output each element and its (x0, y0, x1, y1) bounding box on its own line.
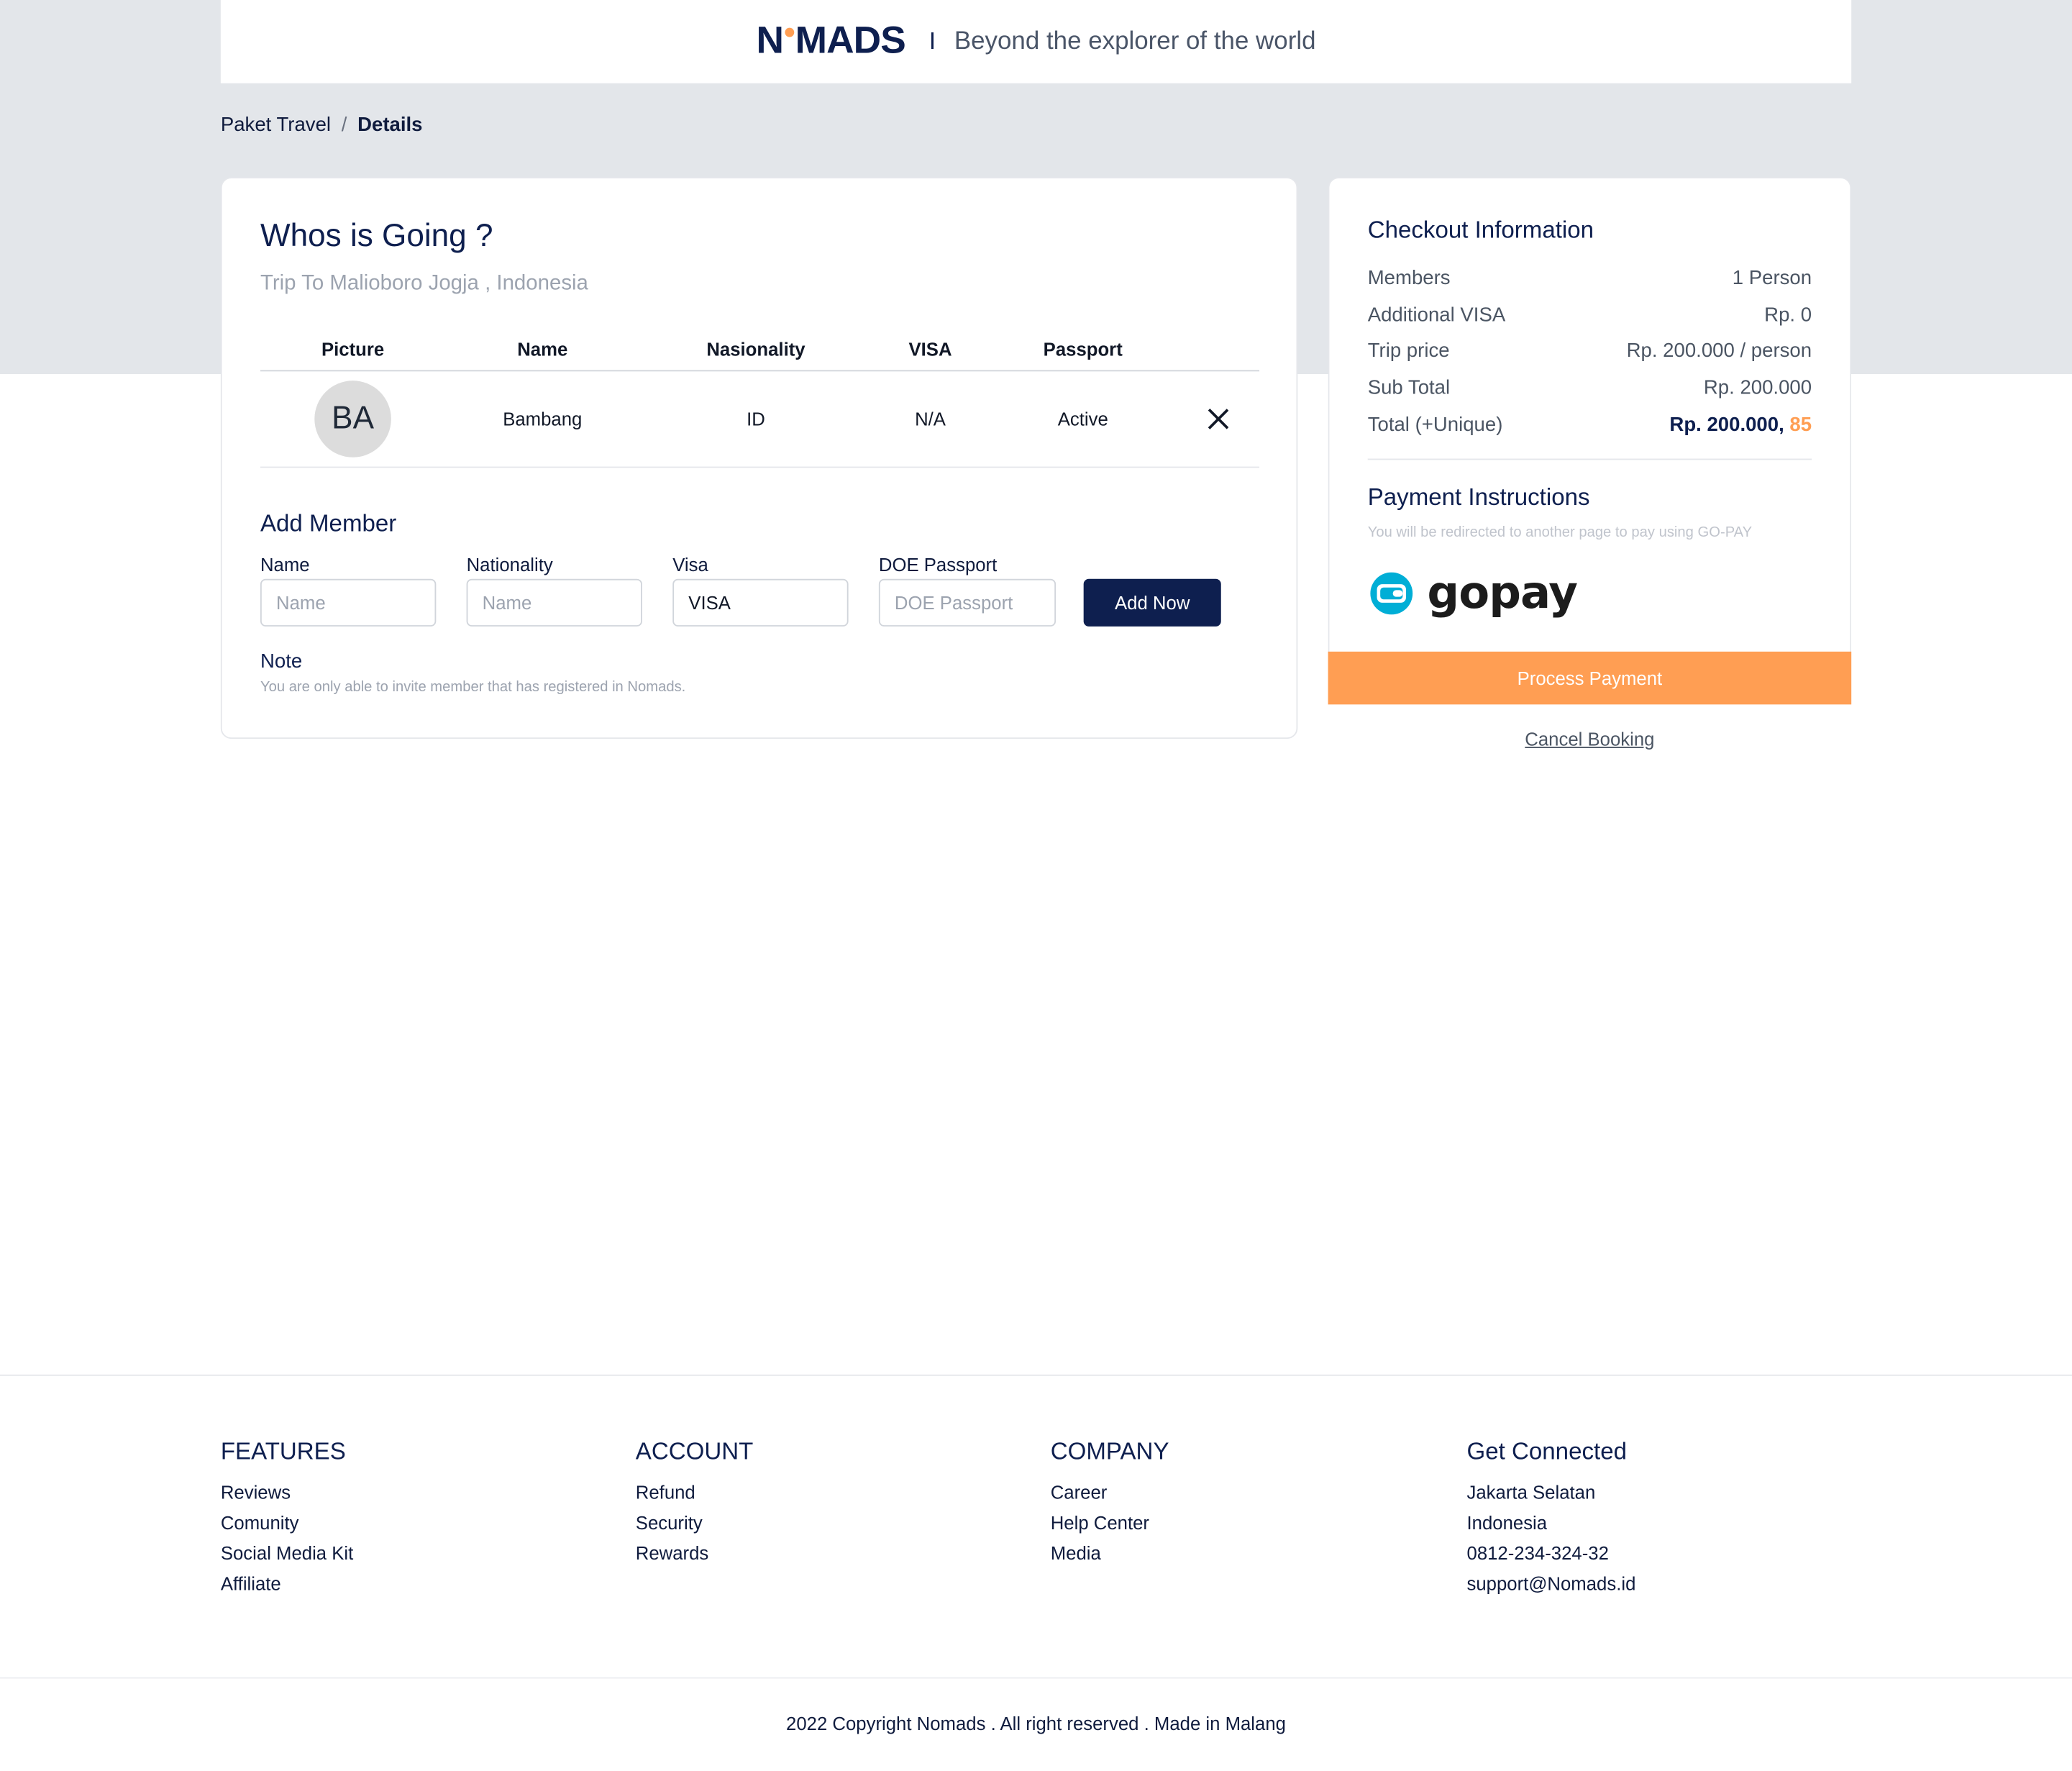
checkout-row-total: Total (+Unique) Rp. 200.000, 85 (1368, 406, 1812, 443)
breadcrumb: Paket Travel / Details (221, 114, 423, 136)
footer-heading: COMPANY (1050, 1438, 1169, 1465)
doe-passport-label: DOE Passport (878, 553, 998, 575)
footer-heading: ACCOUNT (635, 1438, 754, 1465)
trip-subtitle: Trip To Malioboro Jogja , Indonesia (260, 272, 588, 295)
add-now-button[interactable]: Add Now (1083, 578, 1221, 627)
copyright-text: 2022 Copyright Nomads . All right reserv… (786, 1713, 1286, 1734)
footer-column-features: FEATURES Reviews Comunity Social Media K… (221, 1438, 353, 1599)
column-picture: Picture (321, 338, 385, 360)
cell-actions (1177, 409, 1259, 429)
visa-label: Visa (672, 553, 708, 575)
checkout-label: Total (+Unique) (1367, 413, 1503, 436)
footer-link[interactable]: Career (1051, 1478, 1169, 1508)
footer-link[interactable]: Affiliate (221, 1569, 353, 1599)
note-title: Note (260, 650, 303, 673)
cell-picture: BA (260, 381, 445, 457)
footer-link[interactable]: Security (636, 1508, 754, 1538)
checkout-value: Rp. 0 (1764, 304, 1812, 327)
column-passport: Passport (1043, 338, 1123, 360)
note-text: You are only able to invite member that … (260, 679, 686, 696)
checkout-value: Rp. 200.000 (1703, 376, 1812, 400)
footer-link[interactable]: Refund (636, 1478, 754, 1508)
site-header: N MADS I Beyond the explorer of the world (220, 0, 1852, 83)
total-amount: Rp. 200.000, (1669, 413, 1784, 436)
footer-link[interactable]: Media (1051, 1539, 1169, 1569)
name-input[interactable]: Name (260, 578, 437, 627)
checkout-row-sub-total: Sub Total Rp. 200.000 (1368, 370, 1812, 406)
footer-link[interactable]: Reviews (221, 1478, 353, 1508)
column-visa: VISA (908, 338, 952, 360)
header-tagline: Beyond the explorer of the world (954, 27, 1316, 55)
nationality-label: Nationality (466, 553, 553, 575)
footer-column-get-connected: Get Connected Jakarta Selatan Indonesia … (1467, 1438, 1636, 1599)
checkout-row-members: Members 1 Person (1368, 260, 1812, 297)
doe-passport-input[interactable]: DOE Passport (878, 578, 1056, 627)
checkout-card: Checkout Information Members 1 Person Ad… (1328, 177, 1852, 705)
checkout-label: Sub Total (1367, 376, 1451, 400)
cell-passport: Active (1057, 408, 1108, 430)
wallet-icon (1370, 572, 1413, 615)
footer-link[interactable]: Help Center (1051, 1508, 1169, 1538)
footer-link[interactable]: Comunity (221, 1508, 353, 1538)
cell-nationality: ID (747, 408, 765, 430)
total-value: Rp. 200.000, 85 (1669, 414, 1812, 436)
header-separator: I (928, 27, 936, 55)
table-row: BA Bambang ID N/A Active (260, 371, 1260, 468)
footer-bottom-divider (0, 1677, 2072, 1679)
gopay-logo: gopay (1366, 567, 1578, 620)
cell-name: Bambang (503, 408, 583, 430)
footer-heading: Get Connected (1466, 1438, 1627, 1465)
footer-contact: Jakarta Selatan (1466, 1481, 1596, 1503)
breadcrumb-paket-travel[interactable]: Paket Travel (221, 114, 331, 136)
checkout-label: Additional VISA (1367, 304, 1506, 327)
avatar: BA (314, 381, 391, 457)
checkout-title: Checkout Information (1367, 217, 1594, 244)
footer-contact: Indonesia (1466, 1511, 1548, 1534)
footer-link[interactable]: Social Media Kit (221, 1539, 353, 1569)
nomads-logo[interactable]: N MADS (756, 19, 906, 64)
visa-select[interactable]: VISA (672, 578, 849, 627)
payment-instructions-title: Payment Instructions (1367, 483, 1590, 511)
checkout-value: 1 Person (1732, 267, 1812, 290)
checkout-label: Trip price (1367, 340, 1450, 363)
logo-text-right: MADS (795, 19, 906, 63)
payment-instructions-text: You will be redirected to another page t… (1367, 524, 1753, 541)
column-name: Name (517, 338, 568, 360)
cancel-booking-link[interactable]: Cancel Booking (1328, 728, 1852, 749)
footer-heading: FEATURES (220, 1438, 346, 1465)
breadcrumb-separator: / (341, 114, 347, 137)
checkout-rows: Members 1 Person Additional VISA Rp. 0 T… (1368, 260, 1812, 443)
footer-contact: 0812-234-324-32 (1466, 1542, 1609, 1564)
gopay-wordmark: gopay (1427, 567, 1578, 620)
footer-contact[interactable]: support@Nomads.id (1467, 1569, 1636, 1599)
logo-dot (784, 27, 794, 37)
footer-column-company: COMPANY Career Help Center Media (1051, 1438, 1169, 1569)
members-title: Whos is Going ? (260, 218, 493, 254)
footer-divider (0, 1374, 2072, 1376)
checkout-label: Members (1367, 267, 1451, 290)
nationality-input[interactable]: Name (466, 578, 642, 627)
unique-code: 85 (1789, 413, 1812, 436)
page: N MADS I Beyond the explorer of the world… (0, 0, 2072, 1771)
members-card: Whos is Going ? Trip To Malioboro Jogja … (220, 177, 1298, 739)
footer-link[interactable]: Rewards (636, 1539, 754, 1569)
checkout-row-additional-visa: Additional VISA Rp. 0 (1368, 297, 1812, 334)
checkout-divider (1367, 458, 1812, 460)
logo-text-left: N (756, 19, 785, 63)
name-label: Name (260, 553, 310, 575)
cell-visa: N/A (915, 408, 946, 430)
close-icon[interactable] (1208, 409, 1228, 429)
breadcrumb-current: Details (357, 114, 423, 137)
process-payment-button[interactable]: Process Payment (1328, 651, 1852, 705)
table-header: Picture Name Nasionality VISA Passport (260, 328, 1260, 372)
column-nationality: Nasionality (706, 338, 805, 360)
checkout-value: Rp. 200.000 / person (1626, 340, 1812, 363)
checkout-row-trip-price: Trip price Rp. 200.000 / person (1368, 333, 1812, 370)
members-table: Picture Name Nasionality VISA Passport B… (260, 328, 1260, 468)
add-member-title: Add Member (260, 510, 397, 537)
footer-column-account: ACCOUNT Refund Security Rewards (636, 1438, 754, 1569)
